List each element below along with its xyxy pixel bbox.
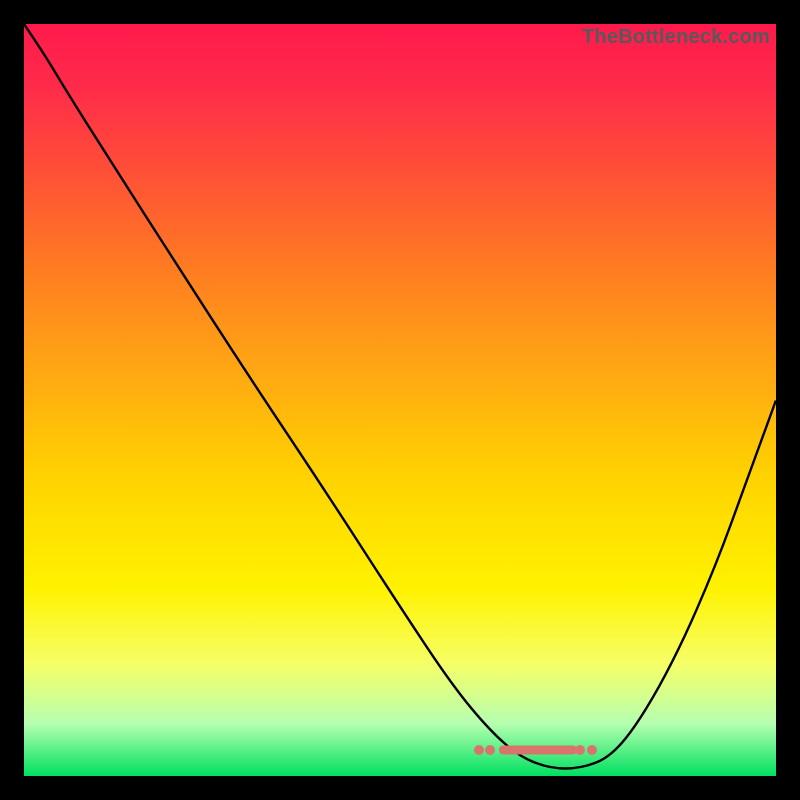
highlight-dot: [485, 745, 495, 755]
highlight-dot: [587, 745, 597, 755]
highlight-dot: [474, 745, 484, 755]
highlight-dot: [575, 745, 585, 755]
highlight-bar: [499, 745, 576, 754]
plot-area: TheBottleneck.com: [24, 24, 776, 776]
highlight-dots-container: [24, 24, 776, 776]
